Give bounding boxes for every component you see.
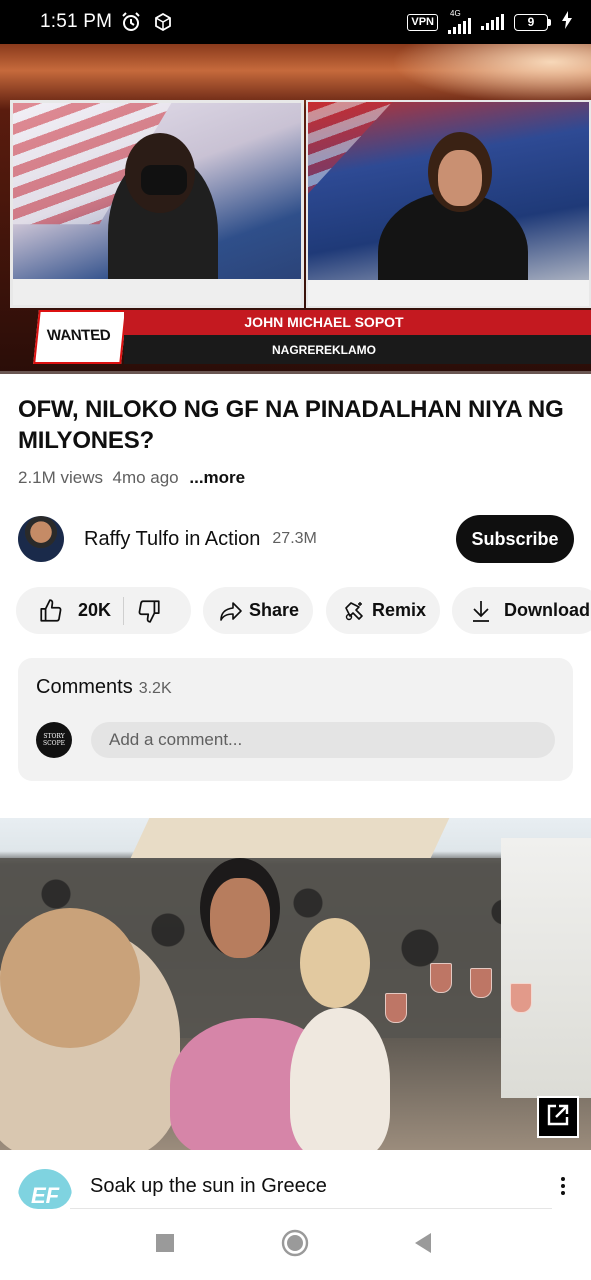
signal-4g-icon: 4G	[448, 10, 471, 34]
recents-button[interactable]	[150, 1230, 180, 1260]
system-nav-bar	[0, 1210, 591, 1280]
cube-icon	[154, 13, 172, 31]
subscribe-button[interactable]: Subscribe	[456, 515, 574, 563]
share-button[interactable]: Share	[203, 587, 313, 634]
like-count[interactable]: 20K	[78, 600, 111, 621]
download-label: Download	[504, 600, 590, 620]
ad-title[interactable]: Soak up the sun in Greece	[90, 1175, 327, 1198]
remix-label: Remix	[372, 600, 427, 620]
comment-input[interactable]: Add a comment...	[91, 722, 555, 758]
guest-name: JOHN MICHAEL SOPOT	[244, 314, 404, 330]
share-label: Share	[249, 600, 300, 620]
name-bar: JOHN MICHAEL SOPOT NAGREREKLAMO	[124, 310, 591, 364]
triangle-back-icon	[413, 1232, 433, 1259]
home-button[interactable]	[280, 1228, 310, 1263]
alarm-icon	[120, 11, 142, 33]
square-icon	[155, 1233, 175, 1258]
like-dislike-pill: 20K	[16, 587, 191, 634]
channel-avatar[interactable]	[18, 516, 64, 562]
external-link-button[interactable]	[537, 1096, 579, 1138]
external-link-icon	[545, 1102, 571, 1133]
ad-row[interactable]: EF Soak up the sun in Greece	[18, 1166, 573, 1209]
kebab-icon[interactable]	[561, 1177, 573, 1195]
back-button[interactable]	[408, 1230, 438, 1260]
ad-media[interactable]	[0, 818, 591, 1150]
comments-count: 3.2K	[138, 680, 172, 697]
channel-row: Raffy Tulfo in Action 27.3M Subscribe	[18, 514, 574, 564]
subscriber-count: 27.3M	[272, 530, 317, 547]
bolt-icon	[561, 10, 573, 34]
status-bar: 1:51 PM VPN 4G 9	[0, 0, 591, 44]
download-icon	[470, 599, 492, 623]
vpn-badge: VPN	[407, 13, 438, 31]
thumbs-up-icon[interactable]	[38, 598, 64, 624]
comments-heading: Comments 3.2K	[36, 676, 172, 698]
lower-third: WANTEDSA RADYO JOHN MICHAEL SOPOT NAGRER…	[0, 306, 591, 374]
circle-icon	[280, 1228, 310, 1263]
clock: 1:51 PM	[40, 11, 113, 32]
video-meta[interactable]: 2.1M views 4mo ago ...more	[18, 468, 245, 488]
video-pane-guest	[10, 100, 304, 308]
remix-button[interactable]: Remix	[326, 587, 440, 634]
channel-name[interactable]: Raffy Tulfo in Action	[84, 528, 260, 551]
remix-icon	[342, 599, 366, 623]
thumbs-down-icon[interactable]	[136, 598, 162, 624]
download-button[interactable]: Download	[452, 587, 591, 634]
show-badge: WANTEDSA RADYO	[33, 310, 127, 374]
video-player[interactable]: WANTEDSA RADYO JOHN MICHAEL SOPOT NAGRER…	[0, 44, 591, 374]
comments-panel[interactable]: Comments 3.2K STORY SCOPE Add a comment..…	[18, 658, 573, 781]
video-progress-bar[interactable]	[0, 371, 591, 374]
share-arrow-icon	[219, 600, 243, 622]
battery-icon: 9	[514, 13, 551, 31]
user-avatar[interactable]: STORY SCOPE	[36, 722, 72, 758]
upload-age: 4mo ago	[112, 468, 179, 487]
divider	[70, 1208, 552, 1209]
video-title[interactable]: OFW, NILOKO NG GF NA PINADALHAN NIYA NG …	[18, 394, 578, 456]
action-bar: 20K Share Remix Download	[16, 587, 591, 634]
more-link[interactable]: ...more	[189, 468, 245, 487]
view-count: 2.1M views	[18, 468, 104, 487]
signal-icon	[481, 14, 504, 30]
guest-role: NAGREREKLAMO	[272, 343, 376, 357]
video-pane-host	[306, 100, 591, 308]
